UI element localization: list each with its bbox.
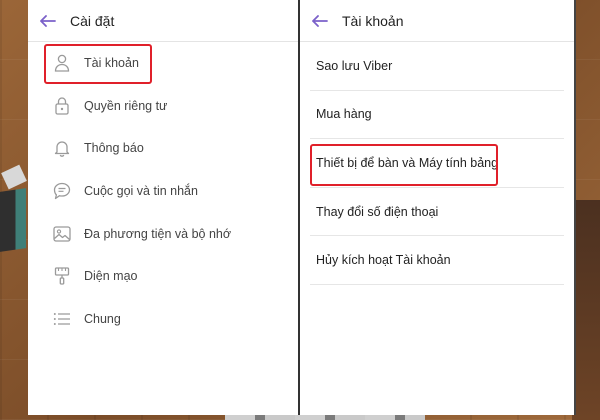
background-decor [572,200,600,420]
back-arrow-icon[interactable] [40,14,56,28]
back-arrow-icon[interactable] [312,14,328,28]
account-header: Tài khoản [300,0,574,42]
settings-item-appearance[interactable]: Diện mạo [28,255,298,298]
settings-item-notifications[interactable]: Thông báo [28,127,298,170]
account-item-deactivate[interactable]: Hủy kích hoạt Tài khoản [310,236,564,285]
settings-item-label: Diện mạo [84,269,138,284]
account-item-backup[interactable]: Sao lưu Viber [310,42,564,91]
account-item-label: Thay đổi số điện thoại [316,204,439,219]
settings-item-general[interactable]: Chung [28,298,298,341]
page-title: Tài khoản [342,12,404,29]
account-item-label: Sao lưu Viber [316,58,393,73]
page-title: Cài đặt [70,12,115,29]
device-screen: Cài đặt Tài khoản Quyền riêng tư Thông b… [28,0,576,415]
list-icon [52,309,72,329]
account-item-label: Hủy kích hoạt Tài khoản [316,253,451,268]
settings-item-label: Thông báo [84,141,144,156]
account-item-label: Thiết bị để bàn và Máy tính bảng [316,155,499,170]
image-icon [52,224,72,244]
settings-pane: Cài đặt Tài khoản Quyền riêng tư Thông b… [28,0,300,415]
settings-header: Cài đặt [28,0,298,42]
background-decor [0,188,26,252]
account-options-list: Sao lưu Viber Mua hàng Thiết bị để bàn v… [300,42,574,285]
settings-item-calls-messages[interactable]: Cuộc gọi và tin nhắn [28,170,298,213]
settings-item-account[interactable]: Tài khoản [28,42,298,85]
settings-item-label: Đa phương tiện và bộ nhớ [84,226,232,241]
settings-item-privacy[interactable]: Quyền riêng tư [28,85,298,128]
settings-list: Tài khoản Quyền riêng tư Thông báo Cuộc … [28,42,298,340]
settings-item-label: Chung [84,311,121,326]
bell-icon [52,138,72,158]
account-item-desktop-tablet[interactable]: Thiết bị để bàn và Máy tính bảng [310,139,564,188]
lock-icon [52,96,72,116]
account-pane: Tài khoản Sao lưu Viber Mua hàng Thiết b… [300,0,574,415]
settings-item-media-storage[interactable]: Đa phương tiện và bộ nhớ [28,212,298,255]
account-item-purchases[interactable]: Mua hàng [310,91,564,140]
paintbrush-icon [52,266,72,286]
account-item-label: Mua hàng [316,107,372,122]
settings-item-label: Quyền riêng tư [84,98,168,113]
settings-item-label: Tài khoản [84,56,139,71]
settings-item-label: Cuộc gọi và tin nhắn [84,184,198,199]
user-icon [52,53,72,73]
chat-icon [52,181,72,201]
account-item-change-phone[interactable]: Thay đổi số điện thoại [310,188,564,237]
background-decor [1,164,27,190]
